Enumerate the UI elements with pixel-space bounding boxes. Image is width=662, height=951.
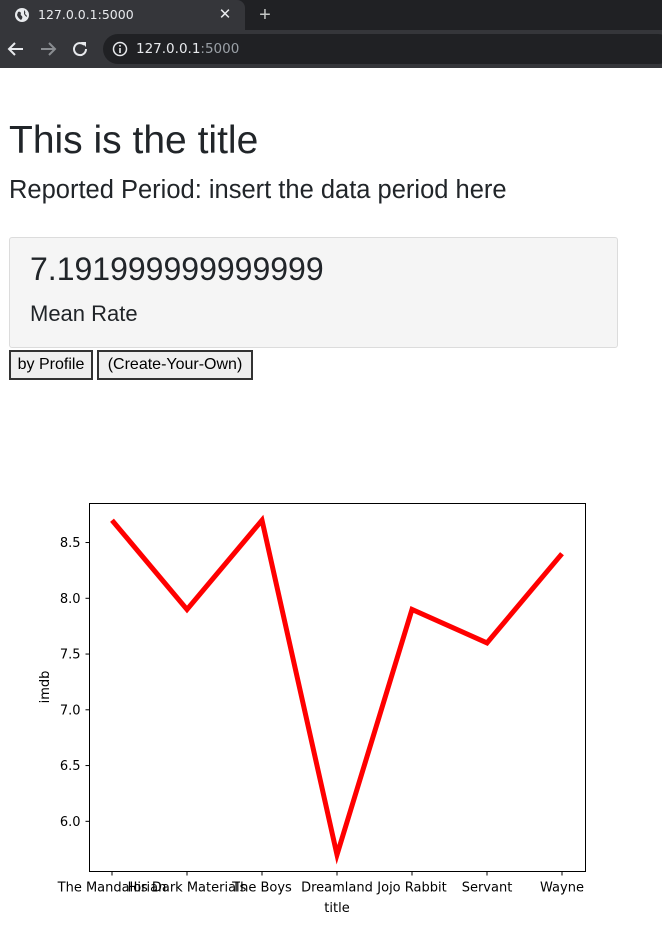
forward-arrow-icon[interactable] bbox=[37, 38, 59, 60]
address-bar[interactable]: 127.0.0.1:5000 bbox=[103, 34, 662, 64]
x-axis: The MandalorianHis Dark MaterialsThe Boy… bbox=[57, 871, 584, 896]
imdb-line-chart: 6.0 6.5 7.0 7.5 8.0 8.5 The MandalorianHis Da… bbox=[38, 503, 586, 916]
close-tab-icon[interactable]: ✕ bbox=[216, 6, 234, 24]
y-tick-label: 6.0 bbox=[60, 815, 81, 830]
x-tick-label: Wayne bbox=[540, 881, 584, 896]
tab-title: 127.0.0.1:5000 bbox=[38, 7, 134, 22]
x-tick-label: His Dark Materials bbox=[128, 881, 247, 896]
globe-icon bbox=[15, 8, 29, 22]
by-profile-button[interactable]: by Profile bbox=[9, 350, 93, 380]
url-port: :5000 bbox=[200, 41, 240, 57]
x-tick-label: Servant bbox=[462, 881, 513, 896]
back-arrow-icon[interactable] bbox=[5, 38, 27, 60]
url-host: 127.0.0.1 bbox=[136, 41, 201, 57]
y-tick-label: 8.0 bbox=[60, 592, 81, 607]
browser-tab[interactable]: 127.0.0.1:5000 ✕ bbox=[0, 0, 245, 30]
reported-period-subtitle: Reported Period: insert the data period … bbox=[9, 176, 507, 204]
mean-rate-value: 7.191999999999999 bbox=[30, 251, 324, 287]
url-text: 127.0.0.1:5000 bbox=[136, 41, 239, 57]
y-tick-label: 7.0 bbox=[60, 703, 81, 718]
x-tick-label: The Boys bbox=[231, 881, 292, 896]
y-axis: 6.0 6.5 7.0 7.5 8.0 8.5 bbox=[60, 536, 90, 830]
page-title: This is the title bbox=[9, 119, 259, 162]
x-tick-label: Dreamland bbox=[301, 881, 373, 896]
create-your-own-button[interactable]: (Create-Your-Own) bbox=[97, 350, 253, 380]
info-icon[interactable] bbox=[112, 41, 128, 57]
y-tick-label: 8.5 bbox=[60, 536, 81, 551]
browser-tab-strip: 127.0.0.1:5000 ✕ + bbox=[0, 0, 662, 30]
reload-icon[interactable] bbox=[69, 38, 91, 60]
mean-rate-label: Mean Rate bbox=[30, 301, 138, 326]
y-tick-label: 7.5 bbox=[60, 648, 81, 663]
x-axis-label: title bbox=[324, 901, 349, 916]
new-tab-icon[interactable]: + bbox=[254, 4, 276, 26]
browser-toolbar: 127.0.0.1:5000 bbox=[0, 30, 662, 68]
y-tick-label: 6.5 bbox=[60, 759, 81, 774]
mean-rate-card: 7.191999999999999 Mean Rate bbox=[9, 237, 618, 348]
y-axis-label: imdb bbox=[38, 671, 53, 704]
plot-area-frame bbox=[89, 503, 586, 872]
x-tick-label: Jojo Rabbit bbox=[376, 881, 446, 896]
